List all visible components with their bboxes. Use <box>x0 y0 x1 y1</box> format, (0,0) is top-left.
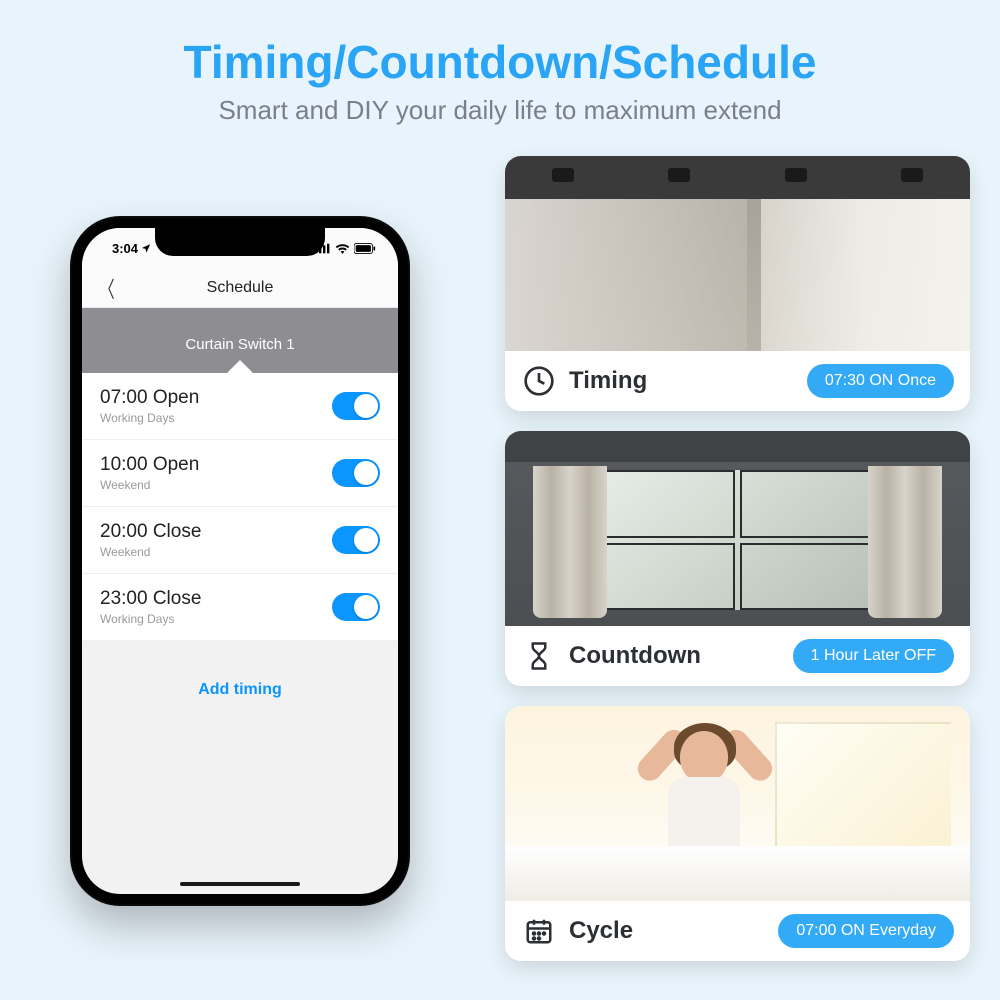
timing-card: Timing 07:30 ON Once <box>505 156 970 411</box>
card-label: Cycle <box>569 917 766 945</box>
page-subtitle: Smart and DIY your daily life to maximum… <box>0 95 1000 126</box>
schedule-item[interactable]: 20:00 Close Weekend <box>82 507 398 574</box>
schedule-subtitle: Working Days <box>100 612 201 626</box>
add-timing-button[interactable]: Add timing <box>82 641 398 719</box>
clock-icon <box>521 363 557 399</box>
phone-frame: 3:04 〈 <box>70 216 410 906</box>
card-bar: Countdown 1 Hour Later OFF <box>505 626 970 686</box>
schedule-label: 23:00 Close <box>100 588 201 610</box>
card-bar: Timing 07:30 ON Once <box>505 351 970 411</box>
schedule-label: 07:00 Open <box>100 387 199 409</box>
card-bar: Cycle 07:00 ON Everyday <box>505 901 970 961</box>
schedule-toggle[interactable] <box>332 526 380 554</box>
schedule-item[interactable]: 23:00 Close Working Days <box>82 574 398 641</box>
schedule-item[interactable]: 10:00 Open Weekend <box>82 440 398 507</box>
schedule-label: 10:00 Open <box>100 454 199 476</box>
feature-cards: Timing 07:30 ON Once Countdown 1 Hour La… <box>505 156 970 961</box>
schedule-list: 07:00 Open Working Days 10:00 Open Weeke… <box>82 373 398 641</box>
status-time: 3:04 <box>112 241 138 256</box>
status-time-area: 3:04 <box>112 241 151 256</box>
battery-icon <box>354 243 376 254</box>
page-title: Timing/Countdown/Schedule <box>0 35 1000 89</box>
card-label: Countdown <box>569 642 781 670</box>
calendar-icon <box>521 913 557 949</box>
schedule-toggle[interactable] <box>332 459 380 487</box>
countdown-scene <box>505 431 970 626</box>
page-header: Timing/Countdown/Schedule Smart and DIY … <box>0 0 1000 126</box>
device-tab[interactable]: Curtain Switch 1 <box>82 308 398 373</box>
schedule-toggle[interactable] <box>332 392 380 420</box>
schedule-subtitle: Working Days <box>100 411 199 425</box>
hourglass-icon <box>521 638 557 674</box>
schedule-subtitle: Weekend <box>100 545 201 559</box>
cycle-card: Cycle 07:00 ON Everyday <box>505 706 970 961</box>
status-icons <box>315 243 376 254</box>
phone-notch <box>155 228 325 256</box>
wifi-icon <box>335 243 350 254</box>
app-header: 〈 Schedule <box>82 268 398 308</box>
content-area: 3:04 〈 <box>0 156 1000 986</box>
countdown-card: Countdown 1 Hour Later OFF <box>505 431 970 686</box>
card-label: Timing <box>569 367 795 395</box>
device-name: Curtain Switch 1 <box>185 336 294 353</box>
screen-title: Schedule <box>82 279 398 297</box>
back-button[interactable]: 〈 <box>99 272 114 304</box>
schedule-toggle[interactable] <box>332 593 380 621</box>
cycle-scene <box>505 706 970 901</box>
card-badge: 1 Hour Later OFF <box>793 639 954 673</box>
location-icon <box>141 243 151 253</box>
schedule-item[interactable]: 07:00 Open Working Days <box>82 373 398 440</box>
home-indicator[interactable] <box>180 882 300 886</box>
timing-scene <box>505 156 970 351</box>
card-badge: 07:00 ON Everyday <box>778 914 954 948</box>
schedule-label: 20:00 Close <box>100 521 201 543</box>
phone-screen: 3:04 〈 <box>82 228 398 894</box>
schedule-subtitle: Weekend <box>100 478 199 492</box>
card-badge: 07:30 ON Once <box>807 364 954 398</box>
